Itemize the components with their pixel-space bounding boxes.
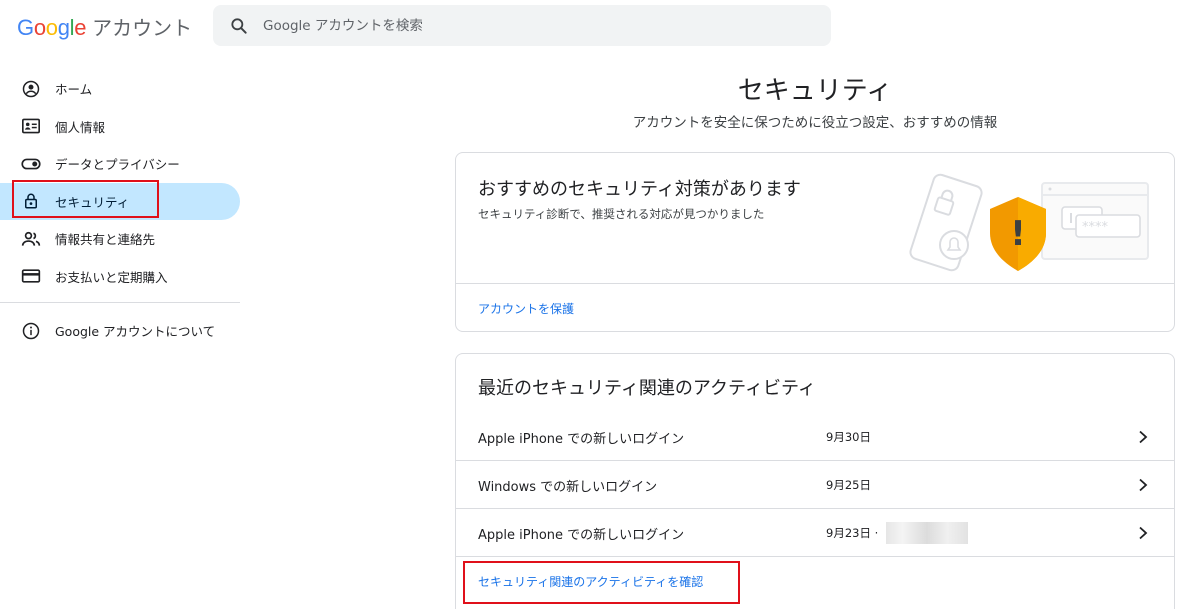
card-description: セキュリティ診断で、推奨される対応が見つかりました <box>478 207 765 221</box>
page-subtitle: アカウントを安全に保つために役立つ設定、おすすめの情報 <box>632 115 998 131</box>
sidebar-nav: ホーム 個人情報 データとプライバシー セキュリティ 情報共有と連絡先 お支払い… <box>0 70 240 350</box>
sidebar-item-label: お支払いと定期購入 <box>55 269 168 285</box>
sidebar-item-label: 個人情報 <box>55 119 106 135</box>
google-account-logo[interactable]: Google アカウント <box>17 12 192 40</box>
protect-account-link[interactable]: アカウントを保護 <box>478 300 574 317</box>
info-icon <box>21 321 41 341</box>
activity-row[interactable]: Apple iPhone での新しいログイン 9月30日 <box>456 413 1174 461</box>
alert-mark: ! <box>1010 214 1026 254</box>
sidebar-item-label: 情報共有と連絡先 <box>55 232 156 248</box>
activity-text: Apple iPhone での新しいログイン <box>478 431 685 447</box>
redacted-location <box>886 522 968 544</box>
account-circle-icon <box>21 79 41 99</box>
activity-date: 9月23日 · <box>826 526 879 540</box>
search-input[interactable] <box>263 17 803 34</box>
recommendation-card: おすすめのセキュリティ対策があります セキュリティ診断で、推奨される対応が見つか… <box>455 152 1175 332</box>
row-divider <box>456 556 1174 557</box>
password-dots: **** <box>1082 220 1109 235</box>
sidebar-item-payments[interactable]: お支払いと定期購入 <box>0 258 240 296</box>
activity-date: 9月30日 <box>826 430 871 444</box>
chevron-right-icon <box>1139 526 1148 540</box>
sidebar-item-about[interactable]: Google アカウントについて <box>0 312 240 350</box>
people-icon <box>21 229 41 249</box>
sidebar-item-personal-info[interactable]: 個人情報 <box>0 108 240 146</box>
sidebar-item-home[interactable]: ホーム <box>0 70 240 108</box>
activity-row[interactable]: Windows での新しいログイン 9月25日 <box>456 461 1174 509</box>
chevron-right-icon <box>1139 478 1148 492</box>
logo-suffix: アカウント <box>92 16 193 40</box>
id-card-icon <box>21 116 41 136</box>
recent-activity-card: 最近のセキュリティ関連のアクティビティ Apple iPhone での新しいログ… <box>455 353 1175 609</box>
activity-date: 9月25日 <box>826 478 871 492</box>
card-divider <box>456 283 1174 284</box>
sidebar-item-security[interactable]: セキュリティ <box>0 179 240 220</box>
search-box[interactable] <box>213 5 831 46</box>
activity-text: Windows での新しいログイン <box>478 479 658 495</box>
bell-bubble <box>939 230 969 260</box>
activity-row[interactable]: Apple iPhone での新しいログイン 9月23日 · <box>456 509 1174 557</box>
credit-card-icon <box>21 266 41 286</box>
card-title: 最近のセキュリティ関連のアクティビティ <box>478 378 816 399</box>
sidebar-divider <box>0 302 240 303</box>
card-title: おすすめのセキュリティ対策があります <box>478 179 801 200</box>
sidebar-item-label: セキュリティ <box>55 194 130 210</box>
lock-icon <box>21 191 41 211</box>
sidebar-item-label: Google アカウントについて <box>55 324 216 340</box>
sidebar-item-sharing[interactable]: 情報共有と連絡先 <box>0 220 240 258</box>
toggle-icon <box>21 154 41 174</box>
chevron-right-icon <box>1139 430 1148 444</box>
sidebar-item-label: ホーム <box>55 82 93 98</box>
top-bar: Google アカウント <box>0 0 1200 52</box>
review-activity-link[interactable]: セキュリティ関連のアクティビティを確認 <box>478 573 703 590</box>
google-wordmark: Google <box>17 15 87 40</box>
security-illustration: **** ! <box>909 173 1149 272</box>
page-title: セキュリティ <box>737 76 893 106</box>
sidebar-item-label: データとプライバシー <box>55 157 180 173</box>
search-icon[interactable] <box>229 16 249 36</box>
sidebar-item-data-privacy[interactable]: データとプライバシー <box>0 145 240 183</box>
activity-text: Apple iPhone での新しいログイン <box>478 527 685 543</box>
